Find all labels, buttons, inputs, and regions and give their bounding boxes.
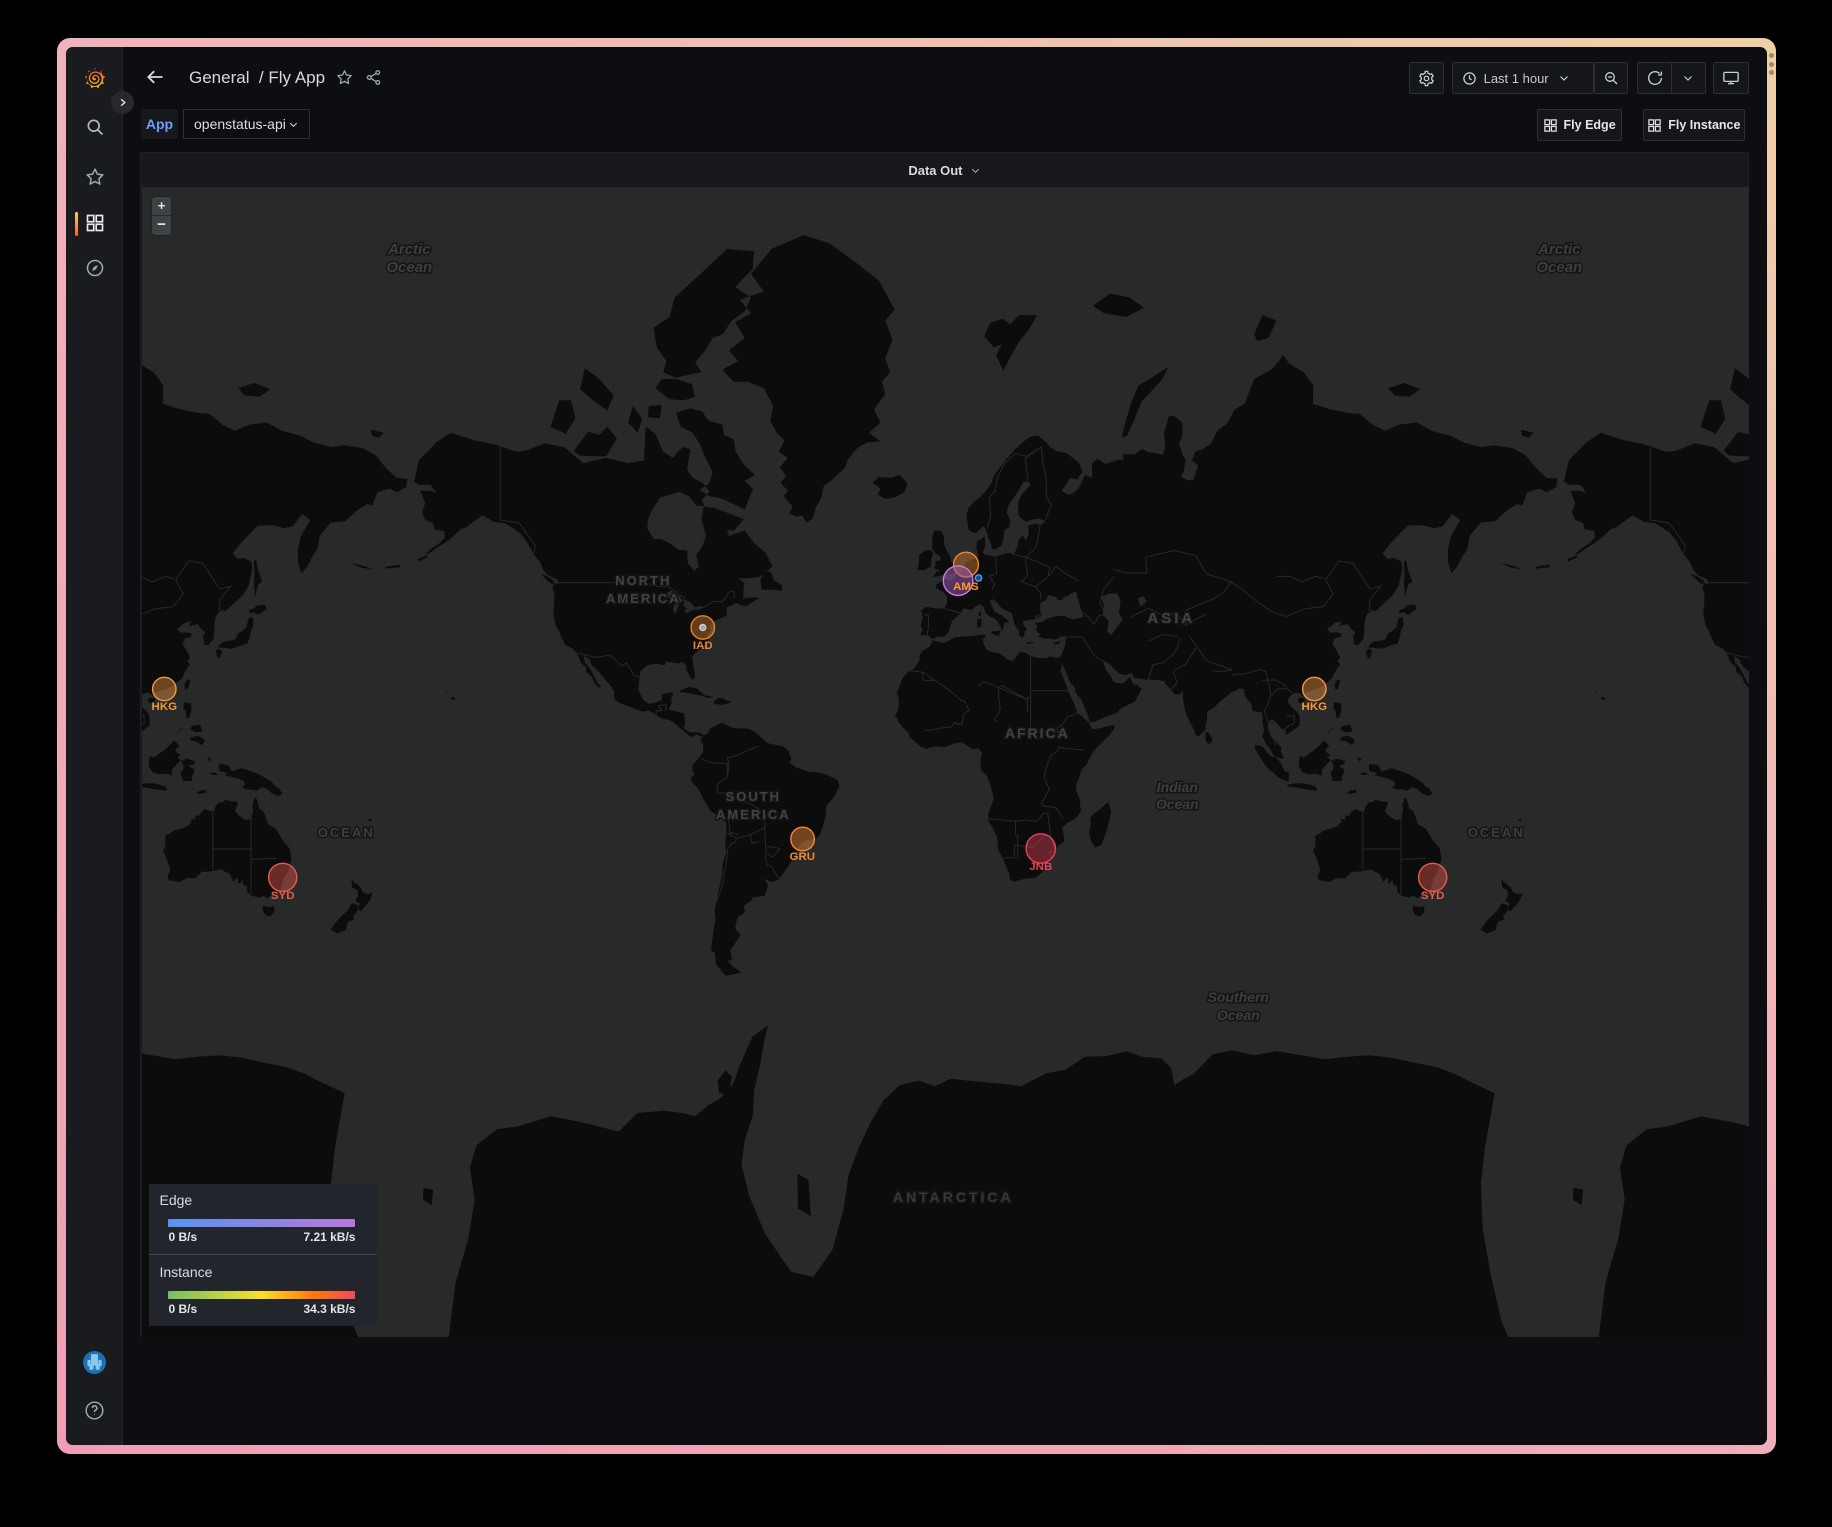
svg-text:SYD: SYD [1421,890,1445,902]
svg-text:Ocean: Ocean [1156,796,1199,812]
svg-text:HKG: HKG [1301,701,1327,713]
svg-text:SYD: SYD [271,890,295,902]
svg-text:Indian: Indian [1156,779,1197,795]
svg-text:Southern: Southern [1207,989,1268,1005]
svg-text:Arctic: Arctic [387,241,431,258]
svg-text:JNB: JNB [1029,861,1052,873]
svg-text:ANTARCTICA: ANTARCTICA [893,1189,1014,1205]
svg-text:NORTH: NORTH [615,573,671,588]
svg-text:HKG: HKG [151,701,177,713]
svg-text:AFRICA: AFRICA [1005,725,1070,741]
svg-text:Arctic: Arctic [1537,241,1581,258]
svg-text:IAD: IAD [693,640,713,652]
svg-text:AMERICA: AMERICA [716,807,791,822]
svg-text:OCEAN: OCEAN [1468,825,1525,840]
svg-text:ASIA: ASIA [1147,610,1195,627]
svg-text:AMS: AMS [953,581,979,593]
svg-text:Ocean: Ocean [1536,259,1582,276]
svg-text:Ocean: Ocean [1217,1007,1260,1023]
svg-text:Ocean: Ocean [386,259,432,276]
svg-text:SOUTH: SOUTH [725,789,780,804]
svg-text:OCEAN: OCEAN [318,825,375,840]
svg-text:AMERICA: AMERICA [606,591,681,606]
svg-text:GRU: GRU [789,851,815,863]
